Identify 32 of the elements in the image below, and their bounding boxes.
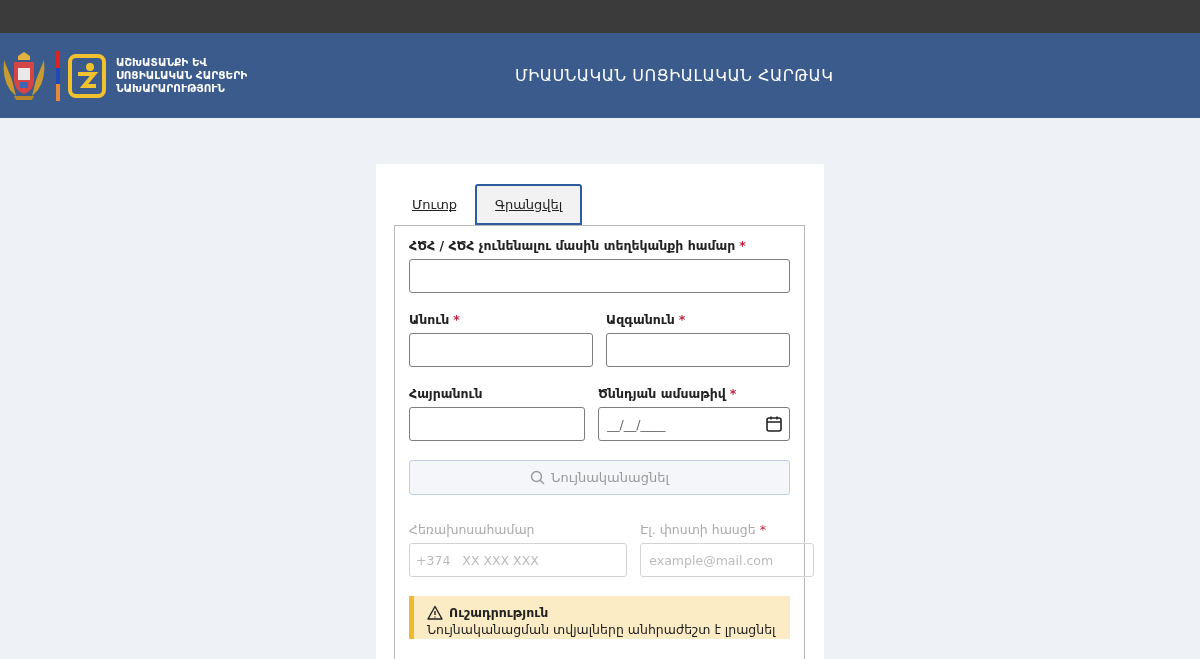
text-field[interactable] (409, 333, 593, 367)
field-label: Հեռախոսահամար (409, 522, 535, 537)
ministry-name-line: ՍՈՑԻԱԼԱԿԱՆ ՀԱՐՑԵՐԻ (116, 69, 248, 82)
required-mark: * (759, 522, 766, 537)
field-label: Անուն (409, 312, 450, 327)
required-mark: * (729, 386, 737, 401)
field-label: Էլ. փոստի հասցե (640, 522, 756, 537)
field-label: ՀԾՀ / ՀԾՀ չունենալու մասին տեղեկանքի համար (409, 238, 736, 253)
date-input[interactable]: __/__/____ (605, 415, 765, 433)
country-code: +374 (416, 552, 451, 568)
date-field[interactable]: __/__/____ (598, 407, 790, 441)
warning-title: Ուշադրություն (449, 605, 549, 620)
calendar-icon[interactable] (765, 415, 783, 433)
tab[interactable]: Մուտք (394, 184, 476, 225)
text-field[interactable] (409, 259, 790, 293)
tab[interactable]: Գրանցվել (475, 184, 583, 225)
flag-stripe-icon (56, 50, 60, 101)
text-field[interactable] (409, 407, 585, 441)
required-mark: * (678, 312, 686, 327)
ministry-name-line: ԱՇԽԱՏԱՆՔԻ ԵՎ (116, 56, 209, 69)
text-field[interactable] (606, 333, 790, 367)
search-icon (530, 470, 546, 485)
required-mark: * (739, 238, 746, 253)
field-label: Ազգանուն (606, 312, 675, 327)
field-label: Ծննդյան ամսաթիվ (598, 386, 726, 401)
field-label: Հայրանուն (409, 386, 483, 401)
ministry-logo-icon (68, 53, 106, 98)
warning-text: Նույնականացման տվյալները անհրաժեշտ է լրացնել (427, 622, 777, 637)
warning-icon (427, 605, 443, 620)
ministry-name-line: ՆԱԽԱՐԱՐՈՒԹՅՈՒՆ (116, 82, 226, 95)
required-mark: * (453, 312, 460, 327)
portal-title: ՄԻԱՍՆԱԿԱՆ ՍՈՑԻԱԼԱԿԱՆ ՀԱՐԹԱԿ (515, 66, 834, 85)
